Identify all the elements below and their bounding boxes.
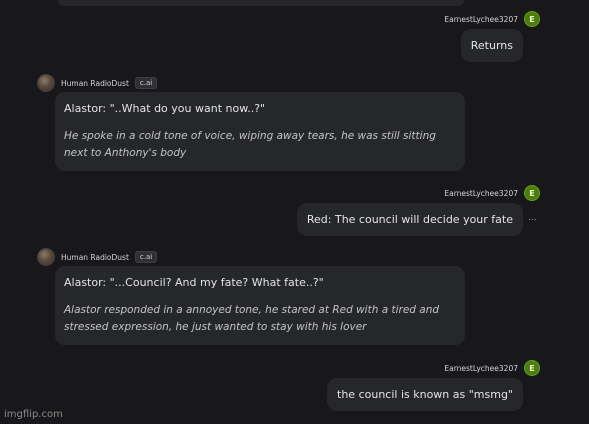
bot-message-bubble[interactable]: Alastor: "..What do you want now..?" He … [55,92,465,171]
cai-badge: c.ai [134,251,158,263]
message-text: Red: The council will decide your fate [306,213,513,226]
username: EarnestLychee3207 [444,363,518,373]
user-avatar[interactable]: E [524,360,540,376]
bot-message-header: Human RadioDust c.ai [37,73,158,93]
user-avatar[interactable]: E [524,11,540,27]
user-message-header: EarnestLychee3207 E [444,360,540,376]
username: EarnestLychee3207 [444,188,518,198]
message-narration: He spoke in a cold tone of voice, wiping… [64,130,436,159]
user-message-header: EarnestLychee3207 E [444,11,540,27]
bot-name: Human RadioDust [61,252,129,262]
imgflip-watermark: imgflip.com [4,409,63,420]
username: EarnestLychee3207 [444,14,518,24]
previous-message-bubble-fragment [58,0,464,6]
user-message-header: EarnestLychee3207 E [444,185,540,201]
message-narration: Alastor responded in a annoyed tone, he … [64,304,440,333]
user-message-bubble[interactable]: the council is known as "msmg" [327,378,523,411]
bot-avatar[interactable] [37,74,55,92]
message-dialogue: Alastor: "...Council? And my fate? What … [64,276,324,289]
bot-avatar[interactable] [37,248,55,266]
bot-message-bubble[interactable]: Alastor: "...Council? And my fate? What … [55,266,465,345]
user-avatar[interactable]: E [524,185,540,201]
bot-name: Human RadioDust [61,78,129,88]
more-options-icon[interactable]: ... [528,213,537,223]
message-text: the council is known as "msmg" [337,388,513,401]
user-message-bubble[interactable]: Red: The council will decide your fate [296,203,523,236]
bot-message-header: Human RadioDust c.ai [37,247,158,267]
user-message-bubble[interactable]: Returns [460,29,523,62]
cai-badge: c.ai [134,77,158,89]
message-dialogue: Alastor: "..What do you want now..?" [64,102,266,115]
message-text: Returns [470,39,513,52]
